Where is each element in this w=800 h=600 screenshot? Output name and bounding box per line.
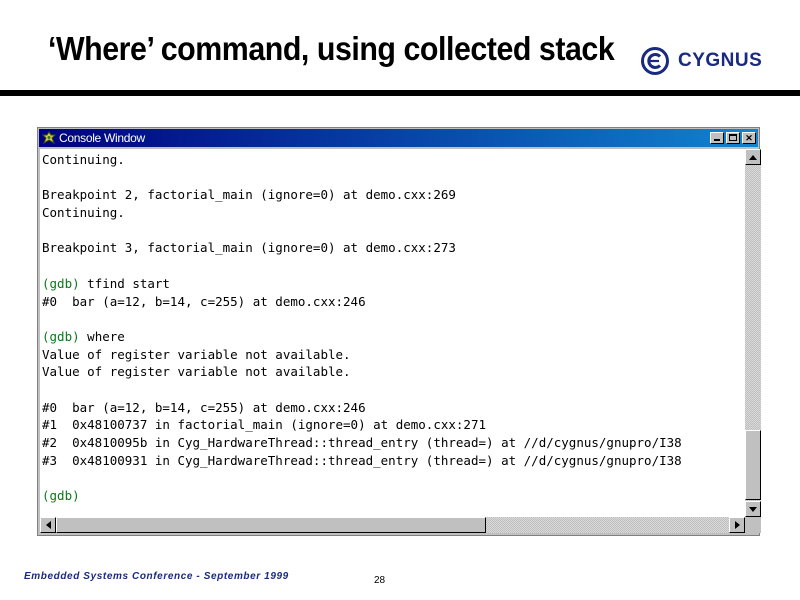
console-line: #3 0x48100931 in Cyg_HardwareThread::thr… bbox=[42, 452, 745, 470]
console-output: Continuing. Breakpoint 2, factorial_main … bbox=[40, 149, 745, 505]
console-line: Value of register variable not available… bbox=[42, 346, 745, 364]
console-line-text: Value of register variable not available… bbox=[42, 364, 351, 380]
scroll-right-button[interactable] bbox=[729, 517, 745, 533]
gdb-prompt: (gdb) bbox=[42, 275, 80, 291]
console-line: (gdb) where bbox=[42, 328, 745, 346]
close-icon: ✕ bbox=[745, 132, 753, 143]
console-line-text: Value of register variable not available… bbox=[42, 346, 351, 362]
horizontal-scroll-thumb[interactable] bbox=[56, 517, 486, 533]
vertical-scroll-thumb[interactable] bbox=[745, 430, 761, 500]
cygnus-logo-icon bbox=[641, 47, 669, 75]
console-line-text: #0 bar (a=12, b=14, c=255) at demo.cxx:2… bbox=[42, 293, 366, 309]
horizontal-scrollbar[interactable] bbox=[40, 517, 745, 533]
console-line-text: tfind start bbox=[79, 275, 170, 291]
window-titlebar[interactable]: Console Window ✕ bbox=[39, 129, 758, 147]
scroll-right-arrow-icon bbox=[734, 521, 740, 529]
console-line: #2 0x4810095b in Cyg_HardwareThread::thr… bbox=[42, 434, 745, 452]
console-line-text: Continuing. bbox=[42, 205, 125, 221]
scroll-left-arrow-icon bbox=[45, 521, 51, 529]
scroll-up-button[interactable] bbox=[745, 149, 761, 165]
console-line-text: Breakpoint 2, factorial_main (ignore=0) … bbox=[42, 187, 456, 203]
console-text-area[interactable]: Continuing. Breakpoint 2, factorial_main … bbox=[40, 149, 745, 517]
console-line: Continuing. bbox=[42, 204, 745, 222]
gdb-prompt: (gdb) bbox=[42, 488, 80, 504]
size-grip[interactable] bbox=[745, 517, 761, 533]
console-line-text: #0 bar (a=12, b=14, c=255) at demo.cxx:2… bbox=[42, 399, 366, 415]
slide-title: ‘Where’ command, using collected stack bbox=[48, 30, 615, 67]
minimize-button[interactable] bbox=[710, 132, 724, 144]
maximize-icon bbox=[729, 134, 737, 141]
console-line: Continuing. bbox=[42, 151, 745, 169]
footer-conference: Embedded Systems Conference - September … bbox=[24, 571, 289, 582]
console-line: #0 bar (a=12, b=14, c=255) at demo.cxx:2… bbox=[42, 293, 745, 311]
console-line-text: where bbox=[79, 328, 125, 344]
vertical-scrollbar[interactable] bbox=[745, 149, 761, 517]
console-line-text: Continuing. bbox=[42, 152, 125, 167]
scroll-down-arrow-icon bbox=[749, 506, 757, 512]
window-title: Console Window bbox=[59, 131, 145, 145]
console-line: Breakpoint 3, factorial_main (ignore=0) … bbox=[42, 239, 745, 257]
cygnus-logo: CYGNUS bbox=[640, 46, 762, 76]
console-app-icon[interactable] bbox=[42, 131, 56, 145]
console-line-text: Breakpoint 3, factorial_main (ignore=0) … bbox=[42, 240, 456, 256]
console-line-text: #3 0x48100931 in Cyg_HardwareThread::thr… bbox=[42, 452, 682, 468]
logo-text: CYGNUS bbox=[678, 50, 763, 71]
console-line: (gdb) bbox=[42, 487, 745, 505]
maximize-button[interactable] bbox=[726, 132, 740, 144]
minimize-icon bbox=[714, 139, 720, 141]
console-line: (gdb) tfind start bbox=[42, 275, 745, 293]
scroll-up-arrow-icon bbox=[749, 154, 757, 160]
gdb-prompt: (gdb) bbox=[42, 328, 80, 344]
console-line: #0 bar (a=12, b=14, c=255) at demo.cxx:2… bbox=[42, 399, 745, 417]
console-line: #1 0x48100737 in factorial_main (ignore=… bbox=[42, 416, 745, 434]
console-line: Breakpoint 2, factorial_main (ignore=0) … bbox=[42, 186, 745, 204]
close-button[interactable]: ✕ bbox=[742, 132, 756, 144]
scroll-down-button[interactable] bbox=[745, 501, 761, 517]
page-number: 28 bbox=[374, 575, 386, 586]
console-line-text: #1 0x48100737 in factorial_main (ignore=… bbox=[42, 417, 487, 433]
console-line-text: #2 0x4810095b in Cyg_HardwareThread::thr… bbox=[42, 435, 682, 450]
title-divider bbox=[0, 90, 800, 96]
console-window[interactable]: Console Window ✕ Continuing. Breakpoint 2… bbox=[37, 127, 761, 536]
console-line: Value of register variable not available… bbox=[42, 363, 745, 381]
scroll-left-button[interactable] bbox=[40, 517, 56, 533]
